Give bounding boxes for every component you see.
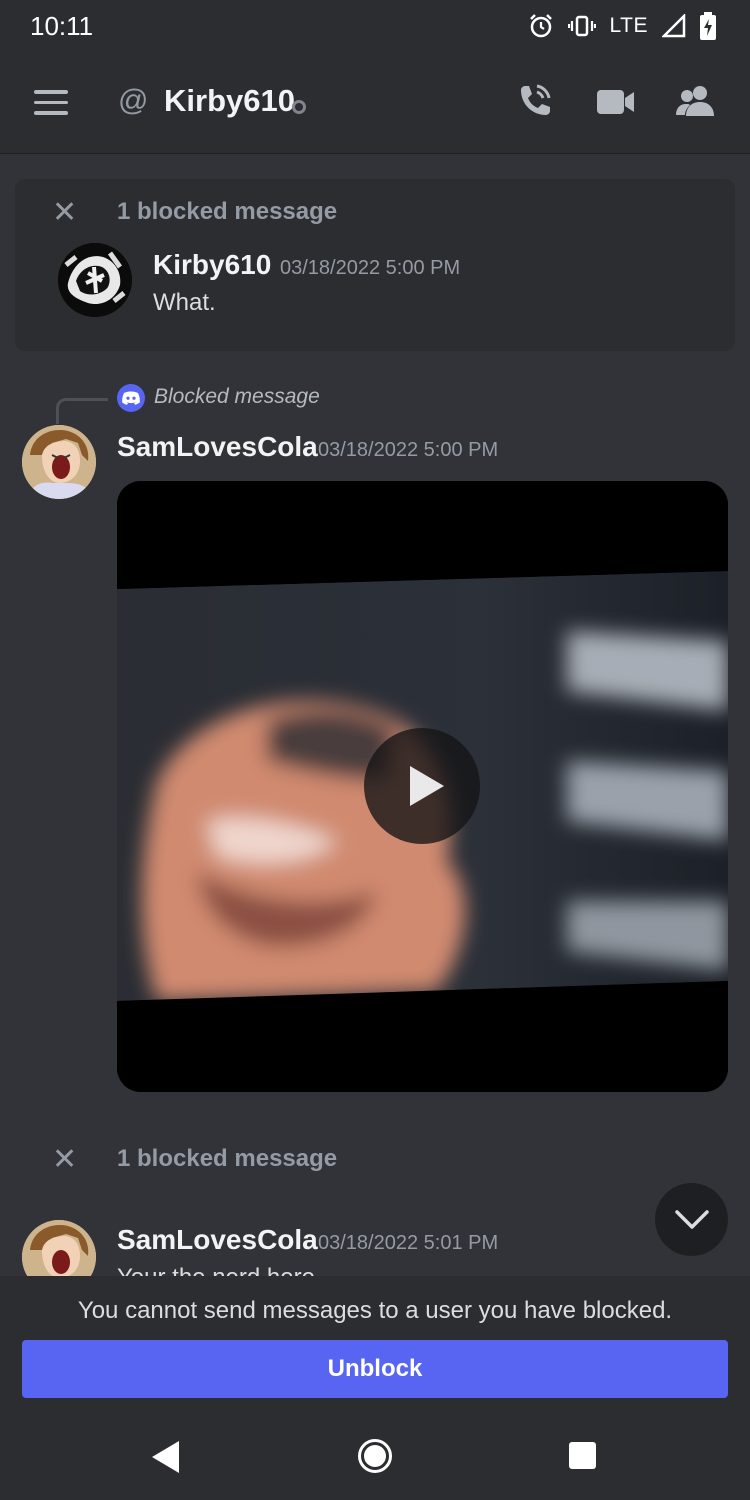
blocked-message-group: ✕ 1 blocked message Kirby610 03/18/2022 … <box>15 179 735 351</box>
collapse-close-icon[interactable]: ✕ <box>52 198 77 228</box>
scroll-to-bottom-button[interactable] <box>655 1183 728 1256</box>
status-icons: LTE <box>528 12 716 40</box>
avatar[interactable] <box>22 425 96 499</box>
message-author[interactable]: Kirby610 <box>153 249 271 281</box>
play-button[interactable] <box>364 728 480 844</box>
back-icon[interactable] <box>152 1441 179 1473</box>
dm-title[interactable]: Kirby610 <box>164 83 295 119</box>
video-call-icon[interactable] <box>594 80 638 124</box>
message-content: Your the nerd here <box>117 1264 315 1276</box>
message-timestamp: 03/18/2022 5:00 PM <box>318 439 499 461</box>
message-timestamp: 03/18/2022 5:01 PM <box>318 1232 499 1254</box>
members-icon[interactable] <box>674 80 718 124</box>
message-author[interactable]: SamLovesCola <box>117 1224 318 1256</box>
signal-icon <box>662 14 686 38</box>
message-item: SamLovesCola 03/18/2022 5:01 PM Your the… <box>0 1200 750 1276</box>
blocked-message-label[interactable]: 1 blocked message <box>117 198 337 226</box>
chevron-down-icon <box>674 1209 709 1229</box>
recent-apps-icon[interactable] <box>569 1442 596 1469</box>
avatar[interactable] <box>58 243 132 317</box>
status-bar: 10:11 LTE <box>0 0 750 52</box>
channel-header: @ Kirby610 <box>0 52 750 154</box>
offline-status-icon <box>292 100 306 114</box>
blocked-message-label[interactable]: 1 blocked message <box>117 1145 337 1173</box>
system-nav-bar <box>0 1420 750 1500</box>
message-timestamp: 03/18/2022 5:00 PM <box>280 257 461 279</box>
blocked-composer: You cannot send messages to a user you h… <box>0 1276 750 1420</box>
blocked-notice: You cannot send messages to a user you h… <box>77 1297 673 1324</box>
at-icon: @ <box>118 84 149 117</box>
battery-charging-icon <box>700 12 716 40</box>
home-icon[interactable] <box>358 1439 392 1473</box>
menu-icon[interactable] <box>34 90 68 116</box>
alarm-icon <box>529 14 552 38</box>
unblock-button[interactable]: Unblock <box>22 1340 728 1398</box>
reply-connector <box>56 398 108 424</box>
network-type: LTE <box>609 14 648 37</box>
collapse-close-icon[interactable]: ✕ <box>52 1145 77 1175</box>
reply-preview[interactable]: Blocked message <box>154 385 320 409</box>
avatar[interactable] <box>22 1220 96 1276</box>
voice-call-icon[interactable] <box>512 80 556 124</box>
status-time: 10:11 <box>30 10 94 41</box>
message-content: What. <box>153 289 216 316</box>
video-attachment[interactable] <box>117 481 728 1092</box>
message-author[interactable]: SamLovesCola <box>117 431 318 463</box>
discord-logo-icon <box>117 384 145 412</box>
vibrate-icon <box>567 15 596 37</box>
